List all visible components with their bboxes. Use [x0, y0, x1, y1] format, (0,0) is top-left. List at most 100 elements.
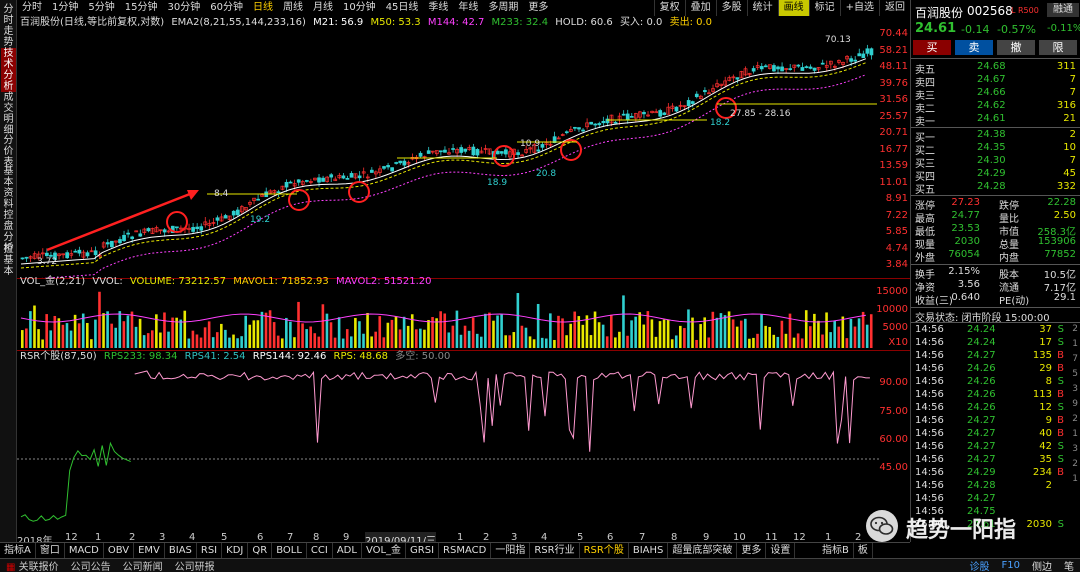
toolbar-draw[interactable]: 画线 [777, 0, 809, 16]
status-diagnose[interactable]: 诊股 [964, 558, 996, 572]
candle [504, 146, 508, 158]
indicator-tab[interactable]: BIAHS [629, 543, 669, 558]
period-item[interactable]: 年线 [453, 0, 483, 16]
price-axis: 70.44 58.21 48.11 39.76 31.56 25.57 20.71 16.77… [879, 28, 910, 278]
candle [711, 84, 715, 94]
volume-bar [817, 320, 820, 348]
indicator-tab[interactable]: EMV [134, 543, 165, 558]
status-quote[interactable]: ▦ 关联报价 [0, 558, 65, 572]
candle [666, 103, 671, 115]
volume-bar [813, 313, 816, 348]
indicator-tab[interactable]: MACD [65, 543, 104, 558]
sell-button[interactable]: 卖 [955, 40, 993, 55]
cancel-button[interactable]: 撤 [997, 40, 1035, 55]
rsr-chart[interactable] [17, 362, 880, 532]
period-item[interactable]: 5分钟 [83, 0, 119, 16]
tab-detail[interactable]: 成交明细 [1, 92, 16, 136]
board-tab[interactable]: 板 [854, 543, 873, 558]
period-item-active[interactable]: 日线 [248, 0, 278, 16]
volume-chart[interactable] [17, 288, 880, 348]
period-item[interactable]: 更多 [523, 0, 553, 16]
toolbar-multi[interactable]: 多股 [715, 0, 747, 16]
period-item[interactable]: 周线 [278, 0, 308, 16]
period-item[interactable]: 月线 [308, 0, 338, 16]
quote-price: 24.30 [977, 155, 1006, 166]
candle [763, 63, 768, 68]
candle [646, 111, 650, 118]
toolbar-addfav[interactable]: +自选 [839, 0, 879, 16]
status-news[interactable]: 公司新闻 [117, 558, 169, 572]
stat-value: 23.53 [951, 223, 980, 234]
candle [341, 173, 346, 180]
toolbar-back[interactable]: 返回 [879, 0, 910, 16]
volume-bar [102, 313, 105, 348]
volume-bar [857, 318, 861, 348]
indicator-tab[interactable]: VOL_金 [362, 543, 407, 558]
rong-label[interactable]: 融通 [1047, 3, 1079, 17]
stat-value: 0.640 [951, 292, 980, 303]
candle [479, 146, 484, 154]
period-item[interactable]: 10分钟 [338, 0, 381, 16]
limit-button[interactable]: 限 [1039, 40, 1077, 55]
indicator-tab[interactable]: RSI [197, 543, 223, 558]
period-item[interactable]: 60分钟 [205, 0, 248, 16]
indicator-tab[interactable]: RSR行业 [530, 543, 580, 558]
volume-bar [540, 337, 544, 348]
indicator-tab[interactable]: QR [248, 543, 273, 558]
candle [617, 112, 622, 125]
buy-button[interactable]: 买 [913, 40, 951, 55]
period-item[interactable]: 多周期 [483, 0, 523, 16]
toolbar-overlay[interactable]: 叠加 [684, 0, 716, 16]
indicator-tab[interactable]: ADL [333, 543, 362, 558]
main-price-chart[interactable]: 70.13 3.72 27.85 - 28.1618.2 18.9 19.2 20.8 8.… [17, 28, 910, 278]
status-research[interactable]: 公司研报 [169, 558, 221, 572]
volume-bar [394, 316, 398, 348]
period-item[interactable]: 分时 [17, 0, 47, 16]
status-f10[interactable]: F10 [996, 560, 1026, 571]
indicator-tab[interactable]: 窗口 [36, 543, 65, 558]
period-item[interactable]: 季线 [423, 0, 453, 16]
tab-pricetable[interactable]: 分价表 [1, 135, 16, 168]
toolbar-fuquan[interactable]: 复权 [653, 0, 685, 16]
candle [625, 109, 630, 124]
indicator-tab[interactable]: GRSI [406, 543, 440, 558]
indicator-tab[interactable]: 一阳指 [491, 543, 531, 558]
candle [455, 147, 459, 157]
volume-bar [362, 333, 365, 348]
candle [382, 165, 386, 170]
indicator-tab[interactable]: RSR个股 [580, 543, 629, 558]
candle [768, 64, 772, 70]
indicator-tab[interactable]: RSMACD [439, 543, 492, 558]
candle [772, 63, 776, 72]
status-announce[interactable]: 公司公告 [65, 558, 117, 572]
volume-bar [467, 330, 471, 348]
indicator-tab[interactable]: KDJ [222, 543, 249, 558]
indicator-tab[interactable]: 指标A [0, 543, 36, 558]
candle [731, 74, 736, 83]
indicator-tab[interactable]: OBV [104, 543, 135, 558]
volume-bar [650, 319, 654, 348]
status-side[interactable]: 侧边 [1026, 558, 1058, 572]
tab-control-basic[interactable]: 控基本 [1, 244, 16, 277]
status-pen[interactable]: 笔 [1058, 558, 1080, 572]
indicator-tab[interactable]: 超量底部突破 [668, 543, 738, 558]
tab-technical[interactable]: 技术分析 [1, 48, 16, 92]
tab-fenshi[interactable]: 分时走势 [1, 4, 16, 48]
period-item[interactable]: 30分钟 [162, 0, 205, 16]
ind-b-tab[interactable]: 指标B [818, 543, 854, 558]
indicator-tab[interactable]: BIAS [165, 543, 197, 558]
toolbar-stats[interactable]: 统计 [746, 0, 778, 16]
indicator-tab[interactable]: 更多 [737, 543, 767, 558]
tab-fundamentals[interactable]: 基本资料 [1, 166, 16, 210]
indicator-tab[interactable]: BOLL [272, 543, 307, 558]
volume-bar [333, 337, 337, 348]
indicator-tab[interactable]: 设置 [766, 543, 796, 558]
period-item[interactable]: 15分钟 [120, 0, 163, 16]
volume-bar [459, 334, 463, 348]
period-item[interactable]: 1分钟 [47, 0, 83, 16]
volume-bar [508, 335, 512, 348]
indicator-tab[interactable]: CCI [307, 543, 333, 558]
period-item[interactable]: 45日线 [381, 0, 424, 16]
volume-bar [614, 337, 617, 348]
toolbar-mark[interactable]: 标记 [808, 0, 840, 16]
